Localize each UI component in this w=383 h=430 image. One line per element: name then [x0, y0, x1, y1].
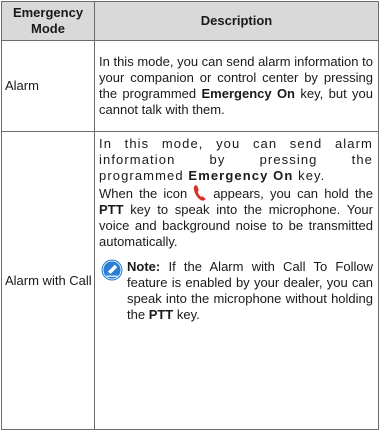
- mode-cell-alarm-with-call: Alarm with Call: [1, 131, 95, 430]
- alarm-description: In this mode, you can send alarm informa…: [99, 54, 373, 118]
- emergency-mode-table: Emergency Mode Description Alarm In this…: [1, 1, 379, 430]
- table-header-row: Emergency Mode Description: [1, 1, 379, 41]
- table-row-alarm: Alarm In this mode, you can send alarm i…: [1, 40, 379, 132]
- header-mode: Emergency Mode: [1, 1, 95, 41]
- header-description: Description: [94, 1, 379, 41]
- description-cell-alarm: In this mode, you can send alarm informa…: [94, 40, 379, 132]
- note-label: Note:: [127, 259, 161, 274]
- alarm-call-paragraph-1: In this mode, you can send alarm informa…: [99, 136, 373, 184]
- call-p2-text-1: When the icon: [99, 186, 188, 201]
- note-pencil-icon: [101, 259, 123, 281]
- note-box: Note: If the Alarm with Call To Follow f…: [101, 259, 373, 323]
- call-p2-ptt-key: PTT: [99, 202, 124, 217]
- note-ptt-key: PTT: [148, 307, 174, 322]
- alarm-call-paragraph-2: When the icon appears, you can hold the P…: [99, 184, 373, 250]
- red-phone-handset-icon: [194, 185, 206, 201]
- alarm-desc-emergency-key: Emergency On: [201, 85, 296, 101]
- note-text: Note: If the Alarm with Call To Follow f…: [127, 259, 373, 323]
- mode-cell-alarm: Alarm: [1, 40, 95, 132]
- call-p2-text-2: appears, you can hold the: [213, 186, 373, 201]
- call-p2-text-3: key to speak into the microphone. Your v…: [99, 202, 373, 249]
- call-p1-emergency-key: Emergency On: [188, 168, 294, 183]
- table-row-alarm-with-call: Alarm with Call In this mode, you can se…: [1, 131, 379, 430]
- description-cell-alarm-with-call: In this mode, you can send alarm informa…: [94, 131, 379, 430]
- note-text-2: key.: [173, 307, 200, 322]
- call-p1-text-2: key.: [293, 168, 326, 183]
